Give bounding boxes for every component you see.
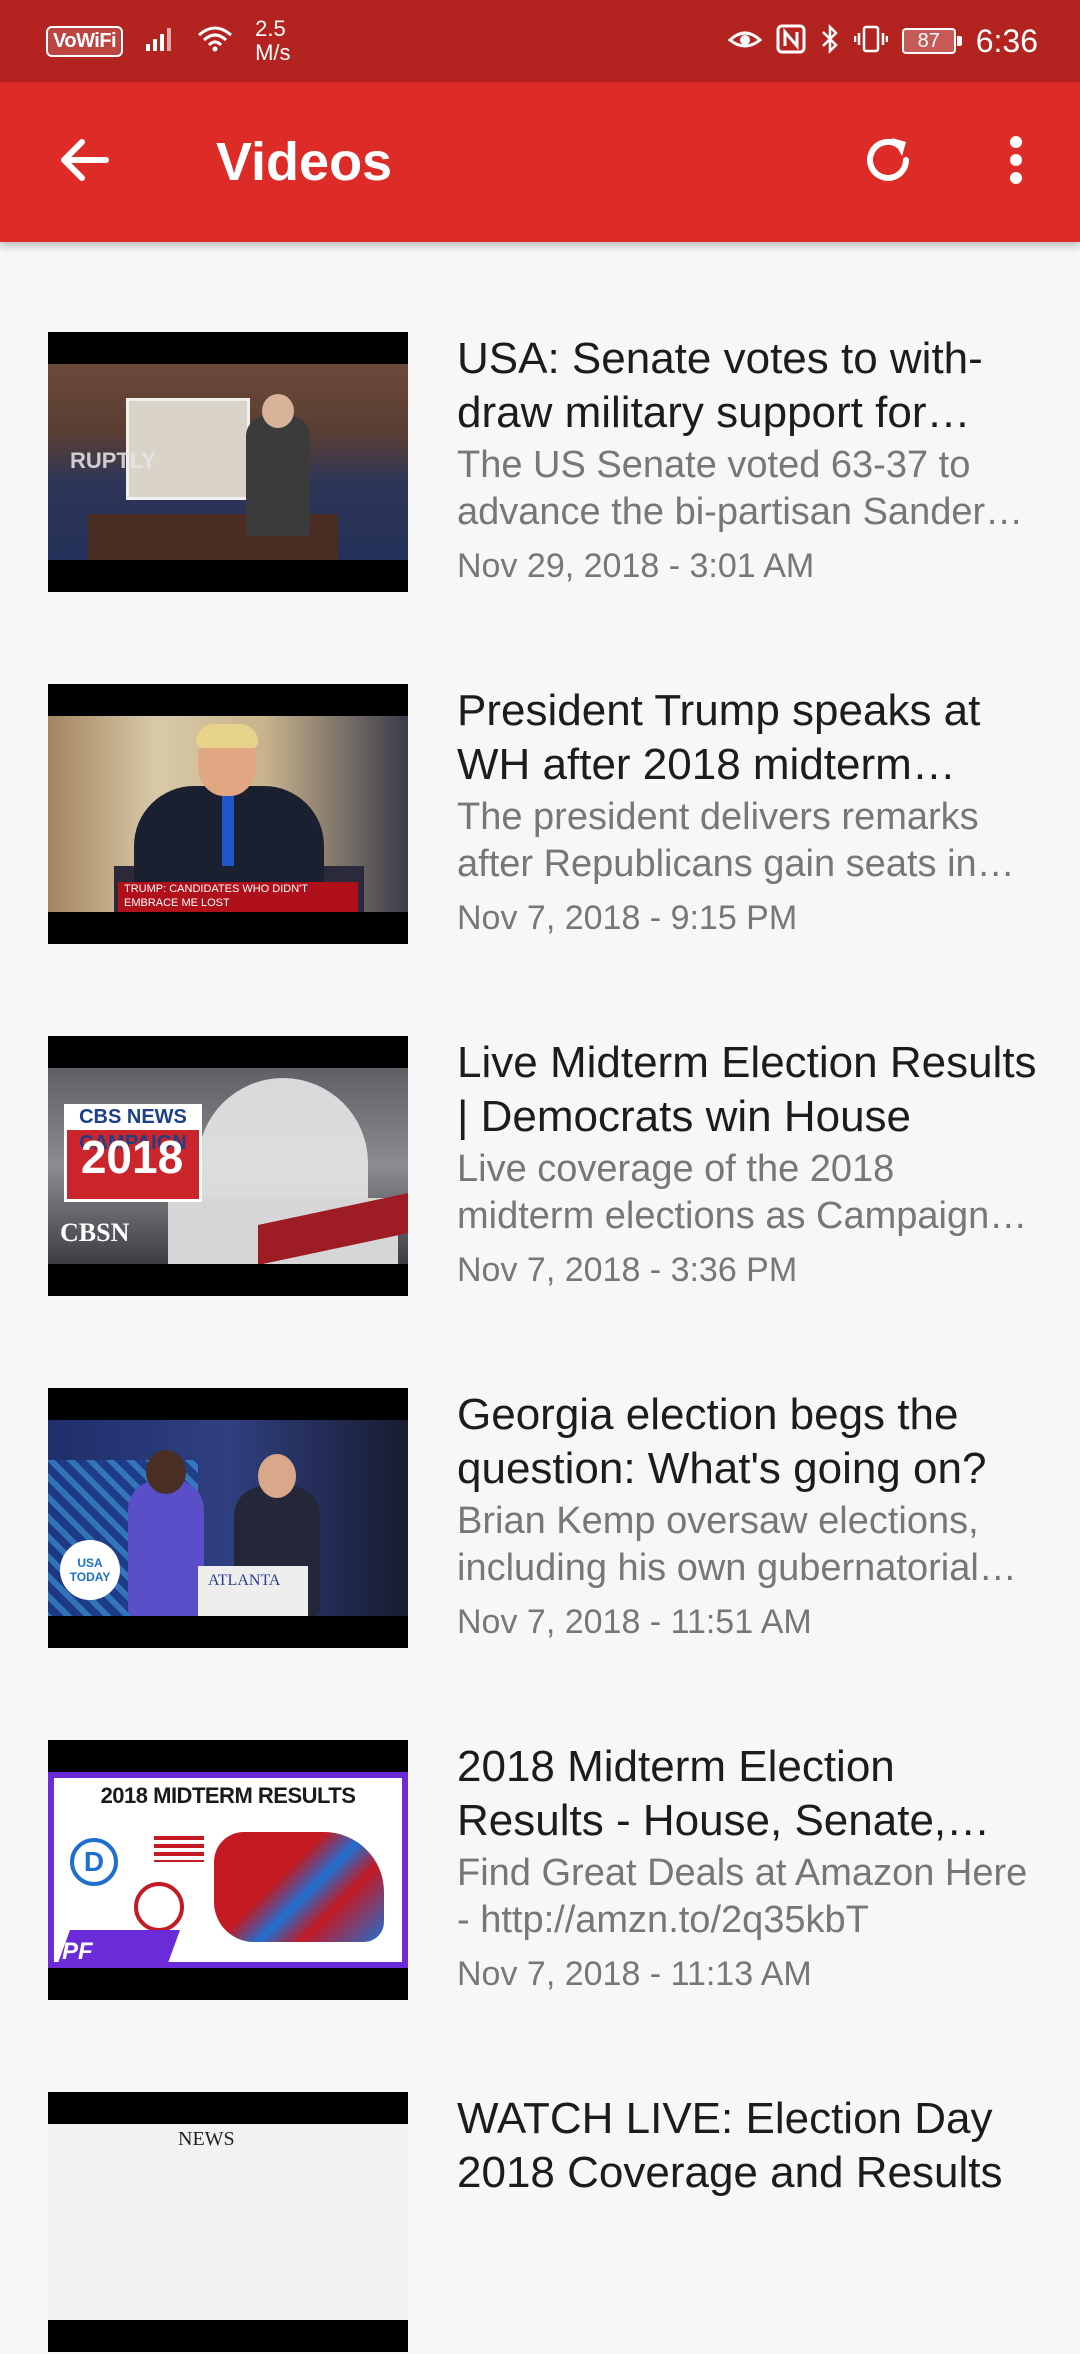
vowifi-badge: VoWiFi bbox=[46, 25, 124, 57]
video-thumbnail[interactable]: 2018 MIDTERM RESULTS D PF bbox=[48, 1740, 408, 2000]
refresh-button[interactable] bbox=[852, 126, 924, 198]
video-description: Live coverage of the 2018 midterm electi… bbox=[457, 1148, 990, 1237]
eye-comfort-icon bbox=[727, 26, 763, 57]
thumbnail-image: ATLANTA USA TODAY bbox=[48, 1420, 408, 1616]
status-bar-left: VoWiFi 2.5 M/s bbox=[46, 0, 291, 82]
arrow-left-icon bbox=[58, 138, 110, 187]
thumb-shape bbox=[222, 796, 234, 866]
thumb-shape bbox=[258, 1454, 296, 1498]
thumb-year: 2018 bbox=[80, 1131, 184, 1183]
video-item[interactable]: RUPTLY USA: Senate votes to with-draw mi… bbox=[0, 242, 1080, 594]
video-text[interactable]: President Trump speaks at WH after 2018 … bbox=[457, 684, 1037, 938]
back-button[interactable] bbox=[48, 126, 120, 198]
thumb-shape bbox=[154, 1836, 204, 1862]
thumbnail-image: CBS NEWS CAMPAIGN 2018 CBSN bbox=[48, 1068, 408, 1264]
video-item[interactable]: 2018 MIDTERM RESULTS D PF 2018 Midterm E… bbox=[0, 1650, 1080, 2002]
thumbnail-image: RUPTLY bbox=[48, 364, 408, 560]
nfc-icon bbox=[776, 24, 806, 59]
video-description: The president delivers remarks after Rep… bbox=[457, 796, 979, 885]
video-description: Brian Kemp oversaw elections, including … bbox=[457, 1500, 979, 1589]
thumb-brand: NEWS bbox=[178, 2128, 235, 2150]
thumb-brand: PF bbox=[62, 1938, 93, 1965]
thumb-shape bbox=[134, 1882, 184, 1932]
clock: 6:36 bbox=[975, 22, 1038, 59]
network-speed-value: 2.5 bbox=[255, 16, 286, 41]
video-date: Nov 29, 2018 - 3:01 AM bbox=[457, 547, 815, 585]
video-description bbox=[457, 2202, 1037, 2296]
thumbnail-image: 2018 MIDTERM RESULTS D PF bbox=[48, 1772, 408, 1968]
video-text[interactable]: Georgia election begs the question: What… bbox=[457, 1388, 1037, 1642]
signal-bars-icon bbox=[145, 26, 175, 57]
video-thumbnail[interactable]: TRUMP: CANDIDATES WHO DIDN'T EMBRACE ME … bbox=[48, 684, 408, 944]
video-date: Nov 7, 2018 - 9:15 PM bbox=[457, 899, 798, 937]
network-speed: 2.5 M/s bbox=[255, 17, 290, 65]
video-title[interactable]: President Trump speaks at WH after 2018 … bbox=[457, 684, 1037, 792]
video-text[interactable]: 2018 Midterm Election Results - House, S… bbox=[457, 1740, 1037, 1994]
video-thumbnail[interactable]: NEWS bbox=[48, 2092, 408, 2352]
thumb-shape bbox=[246, 416, 310, 536]
video-date: Nov 7, 2018 - 3:36 PM bbox=[457, 1251, 798, 1289]
thumb-shape bbox=[146, 1450, 186, 1494]
video-thumbnail[interactable]: CBS NEWS CAMPAIGN 2018 CBSN bbox=[48, 1036, 408, 1296]
video-description: The US Senate voted 63-37 to advance the… bbox=[457, 444, 1005, 533]
video-thumbnail[interactable]: RUPTLY bbox=[48, 332, 408, 592]
thumb-dem-logo: D bbox=[70, 1838, 118, 1886]
video-date: Nov 7, 2018 - 11:51 AM bbox=[457, 1603, 812, 1641]
thumb-logo: USA TODAY bbox=[60, 1540, 120, 1600]
status-bar: VoWiFi 2.5 M/s 87 6:36 bbox=[0, 0, 1080, 82]
app-bar: Videos bbox=[0, 82, 1080, 242]
video-item[interactable]: TRUMP: CANDIDATES WHO DIDN'T EMBRACE ME … bbox=[0, 594, 1080, 946]
thumb-badge-label: CBS NEWS CAMPAIGN bbox=[64, 1104, 202, 1154]
thumb-shape bbox=[214, 1832, 384, 1942]
video-title[interactable]: Georgia election begs the question: What… bbox=[457, 1388, 1037, 1496]
wifi-icon bbox=[197, 25, 233, 58]
video-title[interactable]: 2018 Midterm Election Results - House, S… bbox=[457, 1740, 1037, 1848]
thumb-podium-text: ATLANTA bbox=[208, 1572, 281, 1589]
thumb-shape bbox=[196, 724, 258, 748]
video-text[interactable]: Live Midterm Election Results | Democrat… bbox=[457, 1036, 1037, 1290]
video-title[interactable]: USA: Senate votes to with-draw military … bbox=[457, 332, 1037, 440]
video-text[interactable]: WATCH LIVE: Election Day 2018 Coverage a… bbox=[457, 2092, 1037, 2306]
thumb-shape bbox=[128, 1480, 204, 1616]
thumbnail-image: NEWS bbox=[48, 2124, 408, 2320]
video-item[interactable]: ATLANTA USA TODAY Georgia election begs … bbox=[0, 1298, 1080, 1650]
video-item[interactable]: NEWS WATCH LIVE: Election Day 2018 Cover… bbox=[0, 2002, 1080, 2354]
thumb-watermark: RUPTLY bbox=[70, 448, 156, 473]
battery-indicator: 87 bbox=[901, 28, 962, 54]
video-text[interactable]: USA: Senate votes to with-draw military … bbox=[457, 332, 1037, 586]
refresh-icon bbox=[862, 134, 914, 191]
video-title[interactable]: Live Midterm Election Results | Democrat… bbox=[457, 1036, 1037, 1144]
thumbnail-image: TRUMP: CANDIDATES WHO DIDN'T EMBRACE ME … bbox=[48, 716, 408, 912]
bluetooth-icon bbox=[820, 23, 840, 59]
more-options-button[interactable] bbox=[980, 126, 1052, 198]
thumb-shape bbox=[262, 394, 294, 428]
video-thumbnail[interactable]: ATLANTA USA TODAY bbox=[48, 1388, 408, 1648]
vibrate-icon bbox=[853, 24, 888, 59]
thumb-brand: CBSN bbox=[60, 1218, 130, 1247]
status-bar-right: 87 6:36 bbox=[727, 0, 1038, 82]
video-description: Find Great Deals at Amazon Here - http:/… bbox=[457, 1852, 1028, 1941]
video-date: Nov 7, 2018 - 11:13 AM bbox=[457, 1955, 812, 1993]
page-title: Videos bbox=[216, 132, 393, 192]
thumb-ticker: TRUMP: CANDIDATES WHO DIDN'T EMBRACE ME … bbox=[118, 882, 358, 912]
video-title[interactable]: WATCH LIVE: Election Day 2018 Coverage a… bbox=[457, 2092, 1037, 2200]
video-item[interactable]: CBS NEWS CAMPAIGN 2018 CBSN Live Midterm… bbox=[0, 946, 1080, 1298]
network-speed-unit: M/s bbox=[255, 40, 291, 65]
more-vertical-icon bbox=[1008, 134, 1024, 191]
thumb-title: 2018 MIDTERM RESULTS bbox=[54, 1778, 402, 1812]
